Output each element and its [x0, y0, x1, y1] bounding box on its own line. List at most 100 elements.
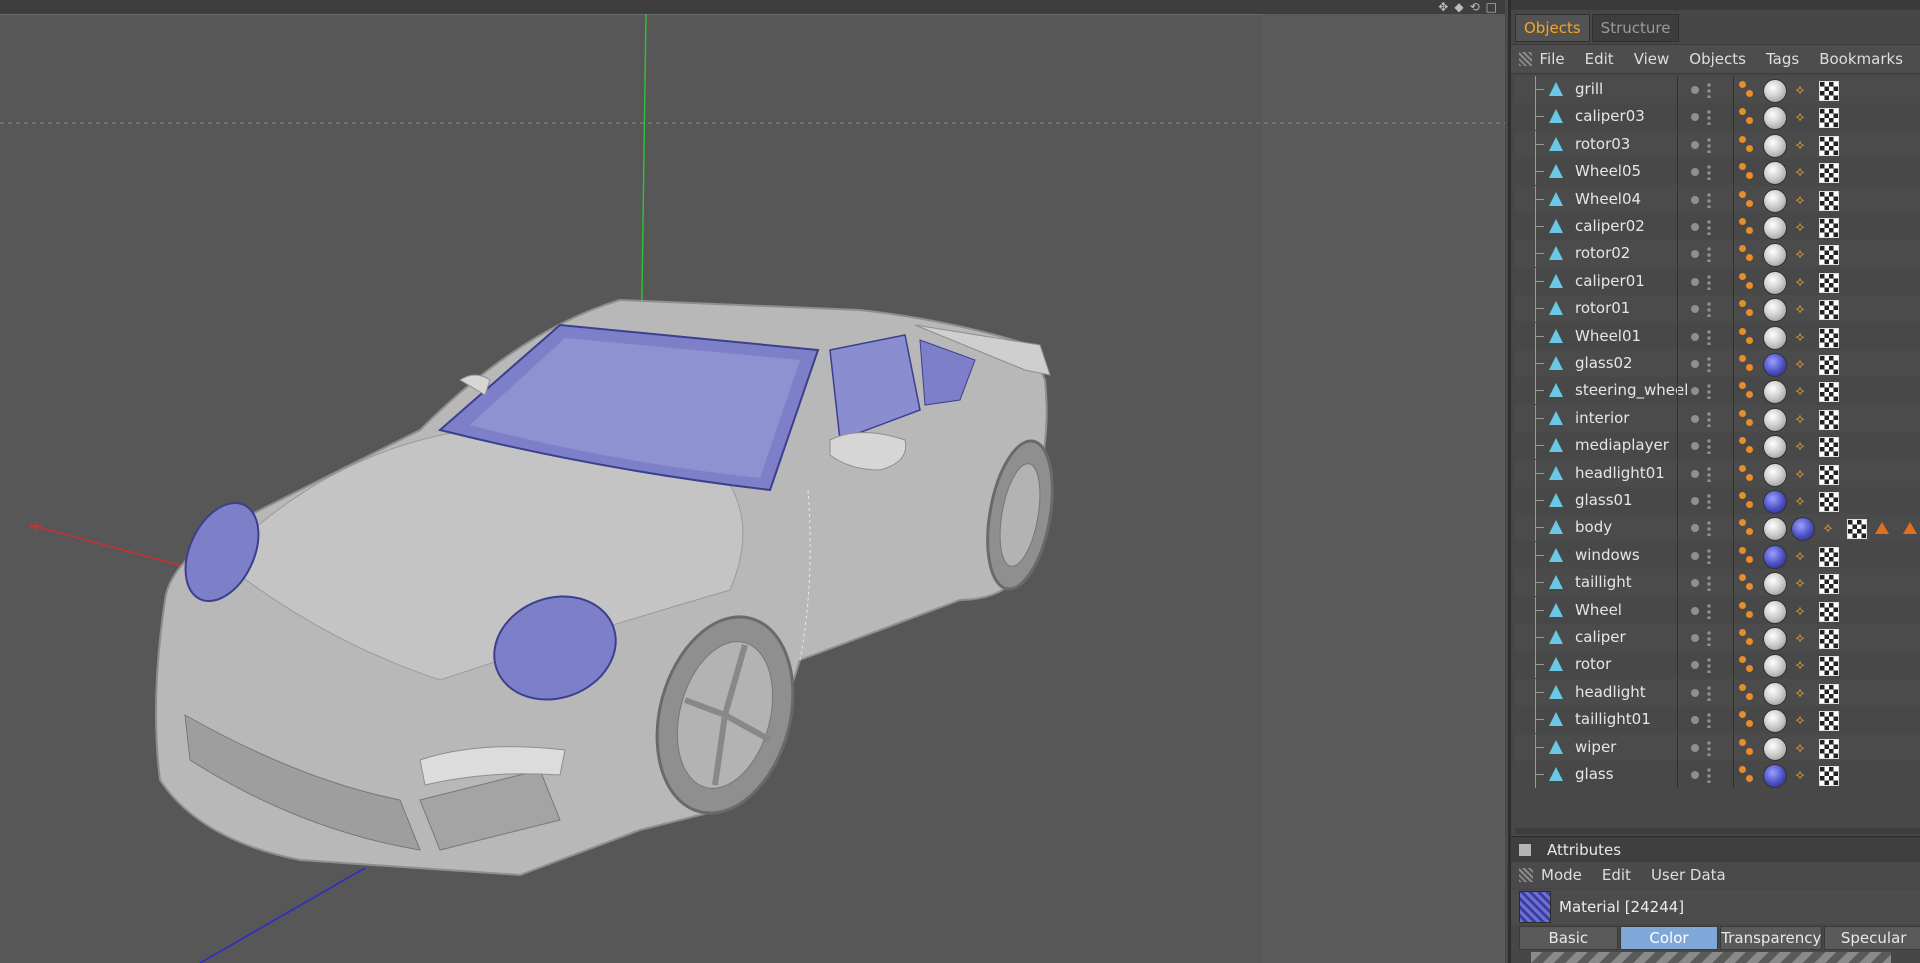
uvw-tag-icon[interactable] [1819, 327, 1839, 348]
object-name[interactable]: caliper03 [1575, 107, 1645, 125]
material-tag-white-icon[interactable] [1763, 435, 1787, 460]
visibility-dots-icon[interactable] [1707, 438, 1711, 455]
uvw-tag-icon[interactable] [1819, 546, 1839, 567]
phong-tag-icon[interactable] [1739, 574, 1755, 591]
layer-dot-icon[interactable] [1691, 469, 1699, 478]
phong-tag-icon[interactable] [1739, 163, 1755, 180]
object-name[interactable]: grill [1575, 80, 1603, 98]
menu-edit[interactable]: Edit [1585, 50, 1614, 68]
object-row[interactable]: taillight ⟡ [1515, 569, 1920, 597]
object-name[interactable]: windows [1575, 546, 1640, 564]
texture-tag-icon[interactable]: ⟡ [1791, 384, 1809, 398]
layer-dot-icon[interactable] [1691, 771, 1699, 779]
object-row[interactable]: Wheel05 ⟡ [1515, 158, 1920, 186]
material-tag-white-icon[interactable] [1763, 325, 1787, 350]
phong-tag-icon[interactable] [1739, 409, 1755, 426]
subtab-specular[interactable]: Specular [1824, 926, 1920, 950]
texture-tag-icon[interactable]: ⟡ [1791, 549, 1809, 563]
object-row[interactable]: wiper ⟡ [1515, 733, 1920, 761]
material-tag-white-icon[interactable] [1763, 572, 1787, 597]
material-tag-white-icon[interactable] [1763, 106, 1787, 131]
texture-tag-icon[interactable]: ⟡ [1791, 686, 1809, 700]
object-row[interactable]: body ⟡ [1515, 514, 1920, 542]
visibility-dots-icon[interactable] [1707, 356, 1711, 372]
object-name[interactable]: Wheel [1575, 601, 1622, 619]
menu-attr-edit[interactable]: Edit [1602, 866, 1631, 884]
object-row[interactable]: rotor02 ⟡ [1515, 240, 1920, 268]
layer-dot-icon[interactable] [1691, 140, 1699, 149]
subtab-basic[interactable]: Basic [1519, 926, 1618, 950]
phong-tag-icon[interactable] [1739, 382, 1755, 399]
uvw-tag-icon[interactable] [1819, 683, 1839, 704]
layer-dot-icon[interactable] [1691, 305, 1699, 314]
texture-tag-icon[interactable]: ⟡ [1791, 494, 1809, 508]
phong-tag-icon[interactable] [1739, 190, 1755, 207]
menu-objects[interactable]: Objects [1689, 50, 1746, 68]
material-tag-white-icon[interactable] [1763, 243, 1787, 268]
uvw-tag-icon[interactable] [1819, 135, 1839, 156]
object-row[interactable]: headlight ⟡ [1515, 678, 1920, 706]
object-name[interactable]: rotor02 [1575, 244, 1630, 262]
visibility-dots-icon[interactable] [1707, 109, 1711, 126]
object-row[interactable]: caliper01 ⟡ [1515, 267, 1920, 295]
texture-tag-icon[interactable]: ⟡ [1791, 439, 1809, 453]
object-name[interactable]: glass01 [1575, 491, 1633, 509]
material-tag-white-icon[interactable] [1763, 161, 1787, 186]
texture-tag-icon[interactable]: ⟡ [1791, 275, 1809, 289]
material-preview-icon[interactable] [1519, 891, 1551, 923]
object-name[interactable]: taillight01 [1575, 710, 1651, 728]
uvw-tag-icon[interactable] [1819, 492, 1839, 512]
phong-tag-icon[interactable] [1739, 81, 1755, 97]
material-tag-glass-icon[interactable] [1763, 353, 1787, 377]
visibility-dots-icon[interactable] [1707, 410, 1711, 427]
texture-tag-icon[interactable]: ⟡ [1791, 220, 1809, 234]
object-row[interactable]: caliper02 ⟡ [1515, 213, 1920, 240]
visibility-dots-icon[interactable] [1707, 246, 1711, 263]
layer-dot-icon[interactable] [1691, 497, 1699, 505]
phong-tag-icon[interactable] [1739, 272, 1755, 289]
texture-tag-icon[interactable]: ⟡ [1791, 165, 1809, 179]
uvw-tag-icon[interactable] [1819, 190, 1839, 211]
phong-tag-icon[interactable] [1739, 766, 1755, 782]
uvw-tag-icon[interactable] [1847, 519, 1867, 540]
layer-dot-icon[interactable] [1691, 387, 1699, 396]
texture-tag-icon[interactable]: ⟡ [1791, 193, 1809, 207]
phong-tag-icon[interactable] [1739, 135, 1755, 152]
texture-tag-icon[interactable]: ⟡ [1791, 83, 1809, 97]
object-row[interactable]: mediaplayer ⟡ [1515, 432, 1920, 460]
menu-user-data[interactable]: User Data [1651, 866, 1726, 884]
visibility-dots-icon[interactable] [1707, 575, 1711, 592]
phong-tag-icon[interactable] [1739, 464, 1755, 481]
object-row[interactable]: steering_wheel ⟡ [1515, 377, 1920, 405]
object-name[interactable]: headlight01 [1575, 464, 1665, 482]
layer-dot-icon[interactable] [1691, 113, 1699, 122]
object-row[interactable]: rotor01 ⟡ [1515, 295, 1920, 323]
3d-viewport[interactable]: ✥ ◆ ⟲ □ + [0, 0, 1505, 963]
tab-structure[interactable]: Structure [1591, 14, 1680, 42]
texture-tag-icon[interactable]: ⟡ [1791, 110, 1809, 124]
visibility-dots-icon[interactable] [1707, 657, 1711, 674]
material-tag-white-icon[interactable] [1763, 270, 1787, 295]
material-tag-white-icon[interactable] [1763, 517, 1787, 542]
material-tag-white-icon[interactable] [1763, 216, 1787, 240]
visibility-dots-icon[interactable] [1707, 712, 1711, 729]
visibility-dots-icon[interactable] [1707, 164, 1711, 181]
object-row[interactable]: taillight01 ⟡ [1515, 706, 1920, 734]
object-name[interactable]: interior [1575, 409, 1629, 427]
phong-tag-icon[interactable] [1739, 355, 1755, 371]
uvw-tag-icon[interactable] [1819, 766, 1839, 786]
layer-dot-icon[interactable] [1691, 332, 1699, 341]
phong-tag-icon[interactable] [1739, 218, 1755, 234]
uvw-tag-icon[interactable] [1819, 464, 1839, 485]
uvw-tag-icon[interactable] [1819, 629, 1839, 649]
layer-dot-icon[interactable] [1691, 661, 1699, 670]
panel-grip-icon[interactable] [1519, 52, 1532, 66]
uvw-tag-icon[interactable] [1819, 601, 1839, 622]
texture-tag-icon[interactable]: ⟡ [1791, 357, 1809, 371]
layer-dot-icon[interactable] [1691, 551, 1699, 560]
object-row[interactable]: glass01 ⟡ [1515, 487, 1920, 514]
menu-tags[interactable]: Tags [1766, 50, 1799, 68]
uvw-tag-icon[interactable] [1819, 355, 1839, 375]
material-tag-glass-icon[interactable] [1763, 764, 1787, 788]
phong-tag-icon[interactable] [1739, 327, 1755, 344]
